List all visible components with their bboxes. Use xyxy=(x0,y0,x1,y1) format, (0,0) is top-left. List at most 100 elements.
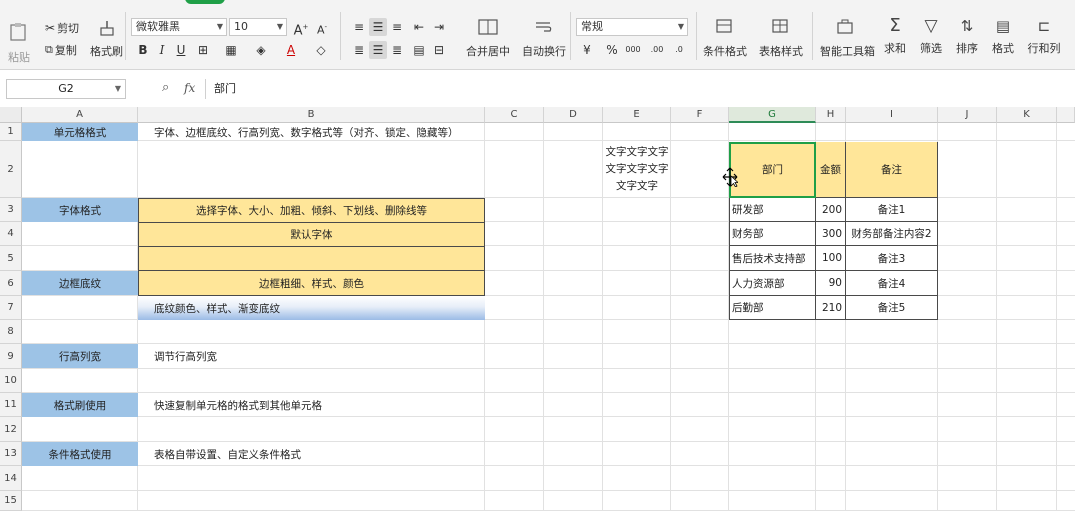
merge-center-button[interactable]: 合并居中 xyxy=(466,18,510,59)
cell-a9[interactable]: 行高列宽 xyxy=(22,344,138,368)
row-header-1[interactable]: 1 xyxy=(0,123,22,141)
tab-home[interactable] xyxy=(185,0,225,4)
border-icon[interactable]: ⊞ xyxy=(194,41,212,59)
table-cell[interactable]: 财务部 xyxy=(729,222,816,246)
row-header-5[interactable]: 5 xyxy=(0,246,22,271)
align-top-icon[interactable]: ≡ xyxy=(350,18,368,36)
fill-color-icon[interactable]: ◈ xyxy=(252,41,270,59)
cell-b9[interactable]: 调节行高列宽 xyxy=(138,344,485,368)
row-header-12[interactable]: 12 xyxy=(0,417,22,442)
cell-b4[interactable]: 默认字体 xyxy=(138,222,485,247)
fill-pattern-icon[interactable]: ▦ xyxy=(222,41,240,59)
select-all-corner[interactable] xyxy=(0,107,22,123)
font-family-select[interactable]: 微软雅黑 ▼ xyxy=(131,18,227,36)
cell-a11[interactable]: 格式刷使用 xyxy=(22,393,138,417)
table-header-cell[interactable]: 备注 xyxy=(846,142,938,198)
column-header-b[interactable]: B xyxy=(138,107,485,123)
wrap-text-button[interactable]: 自动换行 xyxy=(522,18,566,59)
table-cell[interactable]: 300 xyxy=(816,222,846,246)
shrink-font-icon[interactable]: A- xyxy=(313,18,331,37)
indent-increase-icon[interactable]: ⇥ xyxy=(430,18,448,36)
cell-a6[interactable]: 边框底纹 xyxy=(22,271,138,295)
row-header-13[interactable]: 13 xyxy=(0,442,22,466)
table-cell[interactable]: 备注4 xyxy=(846,271,938,296)
justify-icon[interactable]: ▤ xyxy=(410,41,428,59)
table-cell[interactable]: 备注5 xyxy=(846,296,938,320)
cell-b11[interactable]: 快速复制单元格的格式到其他单元格 xyxy=(138,393,485,417)
copy-button[interactable]: ⧉ 复制 xyxy=(45,42,77,58)
decrease-decimal-icon[interactable]: .0 xyxy=(670,41,688,59)
bold-button[interactable]: B xyxy=(134,41,152,59)
font-size-select[interactable]: 10 ▼ xyxy=(229,18,287,36)
column-header-g[interactable]: G xyxy=(729,107,816,123)
conditional-format-button[interactable]: 条件格式 xyxy=(700,18,750,59)
cell-b13[interactable]: 表格自带设置、自定义条件格式 xyxy=(138,442,485,466)
table-cell[interactable]: 90 xyxy=(816,271,846,296)
column-header-a[interactable]: A xyxy=(22,107,138,123)
formula-input[interactable]: 部门 xyxy=(205,79,1075,99)
indent-decrease-icon[interactable]: ⇤ xyxy=(410,18,428,36)
cut-button[interactable]: ✂ 剪切 xyxy=(45,20,79,36)
column-header-k[interactable]: K xyxy=(997,107,1057,123)
cell-e2[interactable]: 文字文字文字 文字文字文字 文字文字 xyxy=(603,141,671,197)
row-header-10[interactable]: 10 xyxy=(0,369,22,393)
row-header-15[interactable]: 15 xyxy=(0,491,22,511)
eraser-icon[interactable]: ◇ xyxy=(312,41,330,59)
rowcol-button[interactable]: ⊏ 行和列 xyxy=(1024,16,1064,56)
row-header-11[interactable]: 11 xyxy=(0,393,22,417)
align-center-icon[interactable]: ☰ xyxy=(369,41,387,59)
cell-b3[interactable]: 选择字体、大小、加粗、倾斜、下划线、删除线等 xyxy=(138,198,485,223)
table-cell[interactable]: 后勤部 xyxy=(729,296,816,320)
italic-button[interactable]: I xyxy=(153,41,171,59)
row-header-3[interactable]: 3 xyxy=(0,198,22,222)
cell-b1[interactable]: 字体、边框底纹、行高列宽、数字格式等（对齐、锁定、隐藏等） xyxy=(138,123,485,141)
cell-a1[interactable]: 单元格格式 xyxy=(22,123,138,141)
row-header-14[interactable]: 14 xyxy=(0,466,22,491)
table-header-cell[interactable]: 金额 xyxy=(816,142,846,198)
row-header-6[interactable]: 6 xyxy=(0,271,22,296)
cell-b6[interactable]: 边框粗细、样式、颜色 xyxy=(138,270,485,296)
table-cell[interactable]: 210 xyxy=(816,296,846,320)
table-cell[interactable]: 研发部 xyxy=(729,198,816,222)
table-cell[interactable]: 备注3 xyxy=(846,246,938,271)
cell-a13[interactable]: 条件格式使用 xyxy=(22,442,138,466)
cell-b5[interactable] xyxy=(138,246,485,271)
fx-button[interactable]: fx xyxy=(184,81,195,95)
table-cell[interactable]: 200 xyxy=(816,198,846,222)
percent-button[interactable]: % xyxy=(603,41,621,59)
zoom-icon[interactable]: ⌕ xyxy=(162,80,169,95)
column-header-i[interactable]: I xyxy=(846,107,938,123)
name-box[interactable]: G2 ▼ xyxy=(6,79,126,99)
number-format-select[interactable]: 常规 ▼ xyxy=(576,18,688,36)
font-color-icon[interactable]: A xyxy=(282,41,300,59)
table-cell[interactable]: 人力资源部 xyxy=(729,271,816,296)
column-header-h[interactable]: H xyxy=(816,107,846,123)
column-header-d[interactable]: D xyxy=(544,107,603,123)
grow-font-icon[interactable]: A+ xyxy=(292,18,310,38)
align-bottom-icon[interactable]: ≡ xyxy=(388,18,406,36)
format-button[interactable]: ▤ 格式 xyxy=(988,16,1018,56)
distributed-icon[interactable]: ⊟ xyxy=(430,41,448,59)
row-header-7[interactable]: 7 xyxy=(0,296,22,320)
row-header-9[interactable]: 9 xyxy=(0,344,22,369)
table-cell[interactable]: 备注1 xyxy=(846,198,938,222)
sort-button[interactable]: ⇅ 排序 xyxy=(952,16,982,56)
paste-button[interactable]: 粘贴 xyxy=(8,22,30,65)
table-style-button[interactable]: 表格样式 xyxy=(754,18,808,59)
filter-button[interactable]: ▽ 筛选 xyxy=(916,16,946,56)
align-middle-icon[interactable]: ☰ xyxy=(369,18,387,36)
column-header-c[interactable]: C xyxy=(485,107,544,123)
format-painter-button[interactable]: 格式刷 xyxy=(90,20,123,59)
table-cell[interactable]: 售后技术支持部 xyxy=(729,246,816,271)
underline-button[interactable]: U xyxy=(172,41,190,59)
smart-toolbox-button[interactable]: 智能工具箱 xyxy=(820,18,875,59)
cell-b7[interactable]: 底纹颜色、样式、渐变底纹 xyxy=(138,296,485,320)
increase-decimal-icon[interactable]: .00 xyxy=(648,41,666,59)
row-header-4[interactable]: 4 xyxy=(0,222,22,246)
align-left-icon[interactable]: ≣ xyxy=(350,41,368,59)
column-header-e[interactable]: E xyxy=(603,107,671,123)
table-cell[interactable]: 100 xyxy=(816,246,846,271)
align-right-icon[interactable]: ≣ xyxy=(388,41,406,59)
thousands-button[interactable]: 000 xyxy=(624,41,642,59)
sum-button[interactable]: Σ 求和 xyxy=(880,16,910,56)
